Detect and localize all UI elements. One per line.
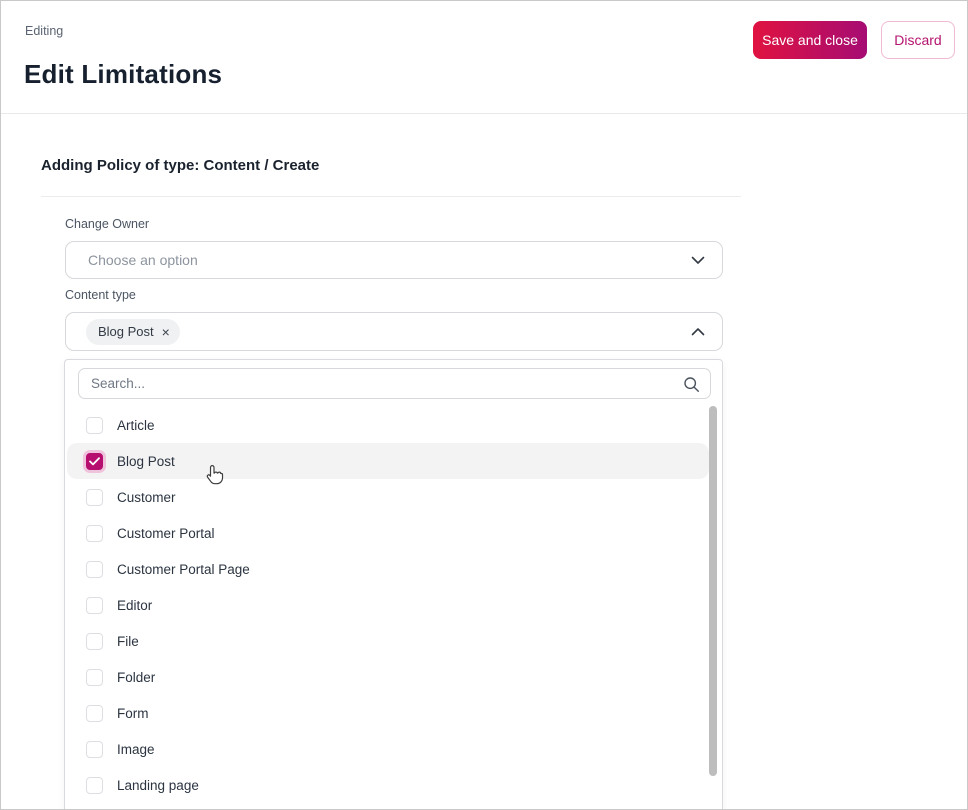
checkbox[interactable] (86, 668, 103, 686)
option-label: Image (117, 741, 155, 757)
page-title: Edit Limitations (24, 59, 223, 89)
option-label: Landing page (117, 777, 199, 793)
checkbox[interactable] (86, 560, 103, 578)
option-label: Form (117, 705, 149, 721)
option-label: Customer Portal Page (117, 561, 250, 577)
option-row[interactable]: Blog Post (67, 443, 709, 479)
chip-label: Blog Post (98, 324, 154, 339)
option-row[interactable]: Customer (67, 479, 709, 515)
change-owner-placeholder: Choose an option (88, 252, 198, 268)
content-type-label: Content type (65, 288, 136, 302)
option-row[interactable]: Form (67, 695, 709, 731)
breadcrumb: Editing (25, 24, 64, 38)
discard-button[interactable]: Discard (881, 21, 955, 59)
option-row[interactable]: Folder (67, 659, 709, 695)
chevron-down-icon (691, 256, 705, 264)
section-title: Adding Policy of type: Content / Create (41, 157, 320, 174)
save-and-close-button[interactable]: Save and close (753, 21, 867, 59)
option-row[interactable]: Article (67, 407, 709, 443)
scrollbar-track[interactable] (708, 406, 719, 809)
option-row[interactable]: Image (67, 731, 709, 767)
options-list: Article Blog Post Customer Customer Port… (67, 407, 709, 803)
option-label: Customer Portal (117, 525, 215, 541)
checkbox[interactable] (86, 524, 103, 542)
option-row[interactable]: File (67, 623, 709, 659)
search-input[interactable] (79, 376, 710, 391)
checkbox[interactable] (86, 776, 103, 794)
content-type-dropdown-panel: Article Blog Post Customer Customer Port… (64, 359, 723, 809)
chevron-up-icon (691, 327, 705, 335)
section-divider (41, 196, 741, 197)
option-row[interactable]: Customer Portal (67, 515, 709, 551)
option-label: File (117, 633, 139, 649)
option-label: Folder (117, 669, 156, 685)
selected-chip: Blog Post × (86, 318, 180, 345)
checkbox[interactable] (86, 488, 103, 506)
option-row[interactable]: Editor (67, 587, 709, 623)
search-box (78, 368, 711, 399)
search-icon (684, 377, 699, 392)
checkbox[interactable] (86, 416, 103, 434)
edit-limitations-page: Editing Edit Limitations Save and close … (0, 0, 968, 810)
check-icon (89, 456, 100, 465)
chip-remove-icon[interactable]: × (162, 325, 170, 339)
option-label: Article (117, 417, 155, 433)
checkbox[interactable] (86, 740, 103, 758)
checkbox[interactable] (86, 452, 103, 470)
change-owner-label: Change Owner (65, 217, 150, 231)
header-divider (1, 113, 967, 114)
checkbox[interactable] (86, 704, 103, 722)
checkbox[interactable] (86, 632, 103, 650)
option-row[interactable]: Landing page (67, 767, 709, 803)
content-type-select[interactable]: Blog Post × (65, 312, 723, 351)
option-label: Blog Post (117, 453, 175, 469)
scrollbar-thumb[interactable] (709, 406, 717, 776)
change-owner-select[interactable]: Choose an option (65, 241, 723, 279)
option-row[interactable]: Customer Portal Page (67, 551, 709, 587)
option-label: Editor (117, 597, 153, 613)
checkbox[interactable] (86, 596, 103, 614)
option-label: Customer (117, 489, 176, 505)
